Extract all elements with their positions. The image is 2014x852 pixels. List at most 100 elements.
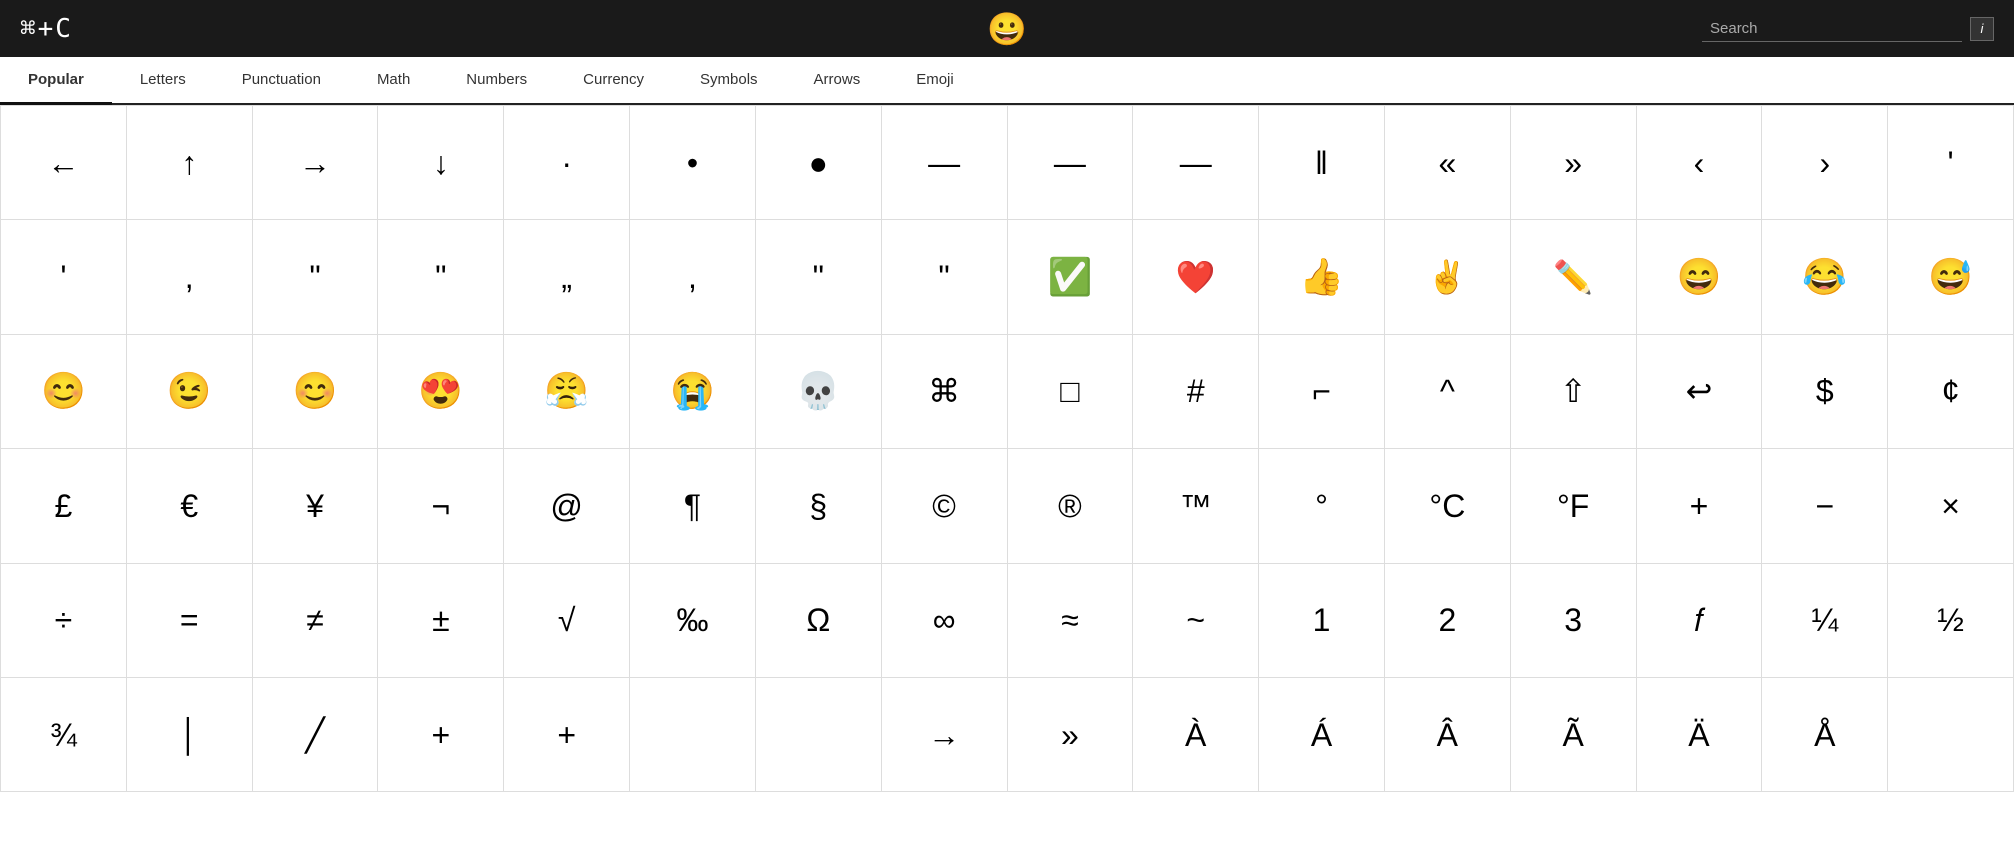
tab-symbols[interactable]: Symbols <box>672 57 786 105</box>
grid-cell-45[interactable]: ↩ <box>1637 335 1763 449</box>
grid-cell-44[interactable]: ⇧ <box>1511 335 1637 449</box>
grid-cell-95[interactable] <box>1888 678 2014 792</box>
grid-cell-29[interactable]: 😄 <box>1637 220 1763 334</box>
grid-cell-14[interactable]: › <box>1762 106 1888 220</box>
grid-cell-88[interactable]: » <box>1008 678 1134 792</box>
grid-cell-11[interactable]: « <box>1385 106 1511 220</box>
grid-cell-53[interactable]: ¶ <box>630 449 756 563</box>
tab-popular[interactable]: Popular <box>0 57 112 105</box>
grid-cell-6[interactable]: ● <box>756 106 882 220</box>
grid-cell-25[interactable]: ❤️ <box>1133 220 1259 334</box>
grid-cell-13[interactable]: ‹ <box>1637 106 1763 220</box>
grid-cell-30[interactable]: 😂 <box>1762 220 1888 334</box>
grid-cell-90[interactable]: Á <box>1259 678 1385 792</box>
grid-cell-73[interactable]: ~ <box>1133 564 1259 678</box>
tab-numbers[interactable]: Numbers <box>438 57 555 105</box>
grid-cell-64[interactable]: ÷ <box>1 564 127 678</box>
grid-cell-20[interactable]: „ <box>504 220 630 334</box>
grid-cell-82[interactable]: ╱ <box>253 678 379 792</box>
tab-math[interactable]: Math <box>349 57 438 105</box>
grid-cell-12[interactable]: » <box>1511 106 1637 220</box>
grid-cell-37[interactable]: 😭 <box>630 335 756 449</box>
grid-cell-94[interactable]: Å <box>1762 678 1888 792</box>
grid-cell-23[interactable]: " <box>882 220 1008 334</box>
grid-cell-10[interactable]: ‖ <box>1259 106 1385 220</box>
grid-cell-57[interactable]: ™ <box>1133 449 1259 563</box>
grid-cell-35[interactable]: 😍 <box>378 335 504 449</box>
grid-cell-72[interactable]: ≈ <box>1008 564 1134 678</box>
grid-cell-71[interactable]: ∞ <box>882 564 1008 678</box>
grid-cell-63[interactable]: × <box>1888 449 2014 563</box>
grid-cell-84[interactable]: + <box>504 678 630 792</box>
grid-cell-8[interactable]: — <box>1008 106 1134 220</box>
tab-punctuation[interactable]: Punctuation <box>214 57 349 105</box>
grid-cell-16[interactable]: ' <box>1 220 127 334</box>
grid-cell-7[interactable]: — <box>882 106 1008 220</box>
grid-cell-40[interactable]: □ <box>1008 335 1134 449</box>
grid-cell-15[interactable]: ' <box>1888 106 2014 220</box>
grid-cell-19[interactable]: " <box>378 220 504 334</box>
grid-cell-43[interactable]: ^ <box>1385 335 1511 449</box>
grid-cell-77[interactable]: 𝑓 <box>1637 564 1763 678</box>
grid-cell-58[interactable]: ° <box>1259 449 1385 563</box>
grid-cell-17[interactable]: , <box>127 220 253 334</box>
grid-cell-67[interactable]: ± <box>378 564 504 678</box>
grid-cell-27[interactable]: ✌️ <box>1385 220 1511 334</box>
grid-cell-55[interactable]: © <box>882 449 1008 563</box>
grid-cell-51[interactable]: ¬ <box>378 449 504 563</box>
grid-cell-28[interactable]: ✏️ <box>1511 220 1637 334</box>
grid-cell-86[interactable] <box>756 678 882 792</box>
grid-cell-34[interactable]: 😊 <box>253 335 379 449</box>
grid-cell-0[interactable]: ← <box>1 106 127 220</box>
grid-cell-68[interactable]: √ <box>504 564 630 678</box>
grid-cell-21[interactable]: , <box>630 220 756 334</box>
tab-currency[interactable]: Currency <box>555 57 672 105</box>
grid-cell-61[interactable]: + <box>1637 449 1763 563</box>
grid-cell-74[interactable]: 1 <box>1259 564 1385 678</box>
grid-cell-69[interactable]: ‰ <box>630 564 756 678</box>
grid-cell-42[interactable]: ⌐ <box>1259 335 1385 449</box>
grid-cell-24[interactable]: ✅ <box>1008 220 1134 334</box>
grid-cell-83[interactable]: + <box>378 678 504 792</box>
grid-cell-36[interactable]: 😤 <box>504 335 630 449</box>
grid-cell-26[interactable]: 👍 <box>1259 220 1385 334</box>
grid-cell-9[interactable]: — <box>1133 106 1259 220</box>
grid-cell-33[interactable]: 😉 <box>127 335 253 449</box>
tab-emoji[interactable]: Emoji <box>888 57 982 105</box>
grid-cell-5[interactable]: • <box>630 106 756 220</box>
grid-cell-65[interactable]: = <box>127 564 253 678</box>
grid-cell-79[interactable]: ½ <box>1888 564 2014 678</box>
grid-cell-4[interactable]: · <box>504 106 630 220</box>
grid-cell-47[interactable]: ¢ <box>1888 335 2014 449</box>
grid-cell-31[interactable]: 😅 <box>1888 220 2014 334</box>
grid-cell-46[interactable]: $ <box>1762 335 1888 449</box>
grid-cell-89[interactable]: À <box>1133 678 1259 792</box>
grid-cell-48[interactable]: £ <box>1 449 127 563</box>
grid-cell-3[interactable]: ↓ <box>378 106 504 220</box>
grid-cell-93[interactable]: Ä <box>1637 678 1763 792</box>
grid-cell-85[interactable] <box>630 678 756 792</box>
grid-cell-59[interactable]: °C <box>1385 449 1511 563</box>
tab-letters[interactable]: Letters <box>112 57 214 105</box>
grid-cell-92[interactable]: Ã <box>1511 678 1637 792</box>
grid-cell-52[interactable]: @ <box>504 449 630 563</box>
search-input[interactable] <box>1702 16 1962 42</box>
grid-cell-81[interactable]: │ <box>127 678 253 792</box>
grid-cell-2[interactable]: → <box>253 106 379 220</box>
grid-cell-1[interactable]: ↑ <box>127 106 253 220</box>
grid-cell-56[interactable]: ® <box>1008 449 1134 563</box>
grid-cell-60[interactable]: °F <box>1511 449 1637 563</box>
grid-cell-50[interactable]: ¥ <box>253 449 379 563</box>
grid-cell-75[interactable]: 2 <box>1385 564 1511 678</box>
grid-cell-70[interactable]: Ω <box>756 564 882 678</box>
grid-cell-87[interactable]: → <box>882 678 1008 792</box>
grid-cell-39[interactable]: ⌘ <box>882 335 1008 449</box>
grid-cell-80[interactable]: ¾ <box>1 678 127 792</box>
grid-cell-32[interactable]: 😊 <box>1 335 127 449</box>
grid-cell-49[interactable]: € <box>127 449 253 563</box>
grid-cell-78[interactable]: ¼ <box>1762 564 1888 678</box>
grid-cell-76[interactable]: 3 <box>1511 564 1637 678</box>
grid-cell-54[interactable]: § <box>756 449 882 563</box>
grid-cell-41[interactable]: # <box>1133 335 1259 449</box>
info-button[interactable]: i <box>1970 17 1994 41</box>
